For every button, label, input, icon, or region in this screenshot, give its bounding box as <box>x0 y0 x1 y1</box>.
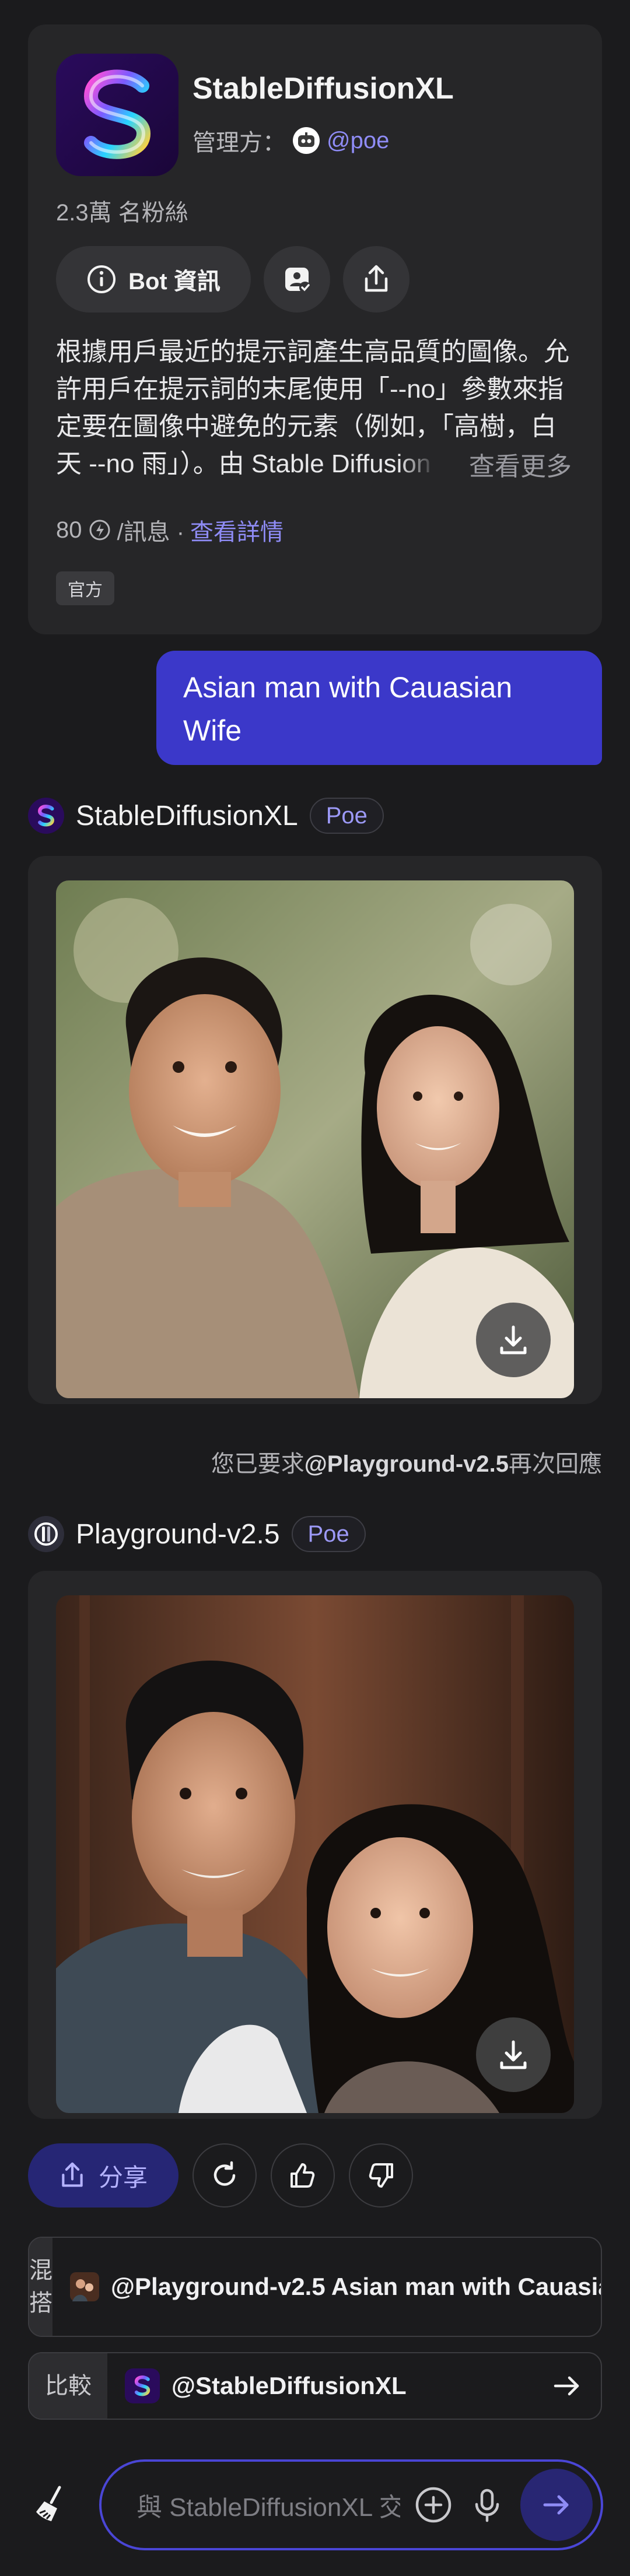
bot-logo[interactable] <box>56 54 178 176</box>
refresh-icon <box>214 2161 236 2186</box>
like-button[interactable] <box>271 2143 335 2208</box>
rerun-note-bot[interactable]: @Playground-v2.5 <box>304 1451 509 1477</box>
bot1-poe-tag: Poe <box>309 798 384 834</box>
compute-points-icon <box>89 520 110 541</box>
bot2-header: Playground-v2.5 Poe <box>28 1516 366 1552</box>
bot2-name[interactable]: Playground-v2.5 <box>76 1518 280 1550</box>
stable-diffusion-logo-icon <box>38 805 54 827</box>
bot2-response-card <box>28 1571 602 2119</box>
remix-thumbnail-icon <box>70 2272 99 2301</box>
download-button[interactable] <box>476 1303 551 1377</box>
download-button[interactable] <box>476 2017 551 2092</box>
thumbs-down-icon <box>369 2163 393 2188</box>
bot2-avatar[interactable] <box>28 1516 64 1552</box>
bot-info-button[interactable]: Bot 資訊 <box>56 246 251 313</box>
compare-label: 比較 <box>29 2353 107 2419</box>
share-label: 分享 <box>98 2163 148 2191</box>
remix-text: @Playground-v2.5 Asian man with Cauasian… <box>111 2273 601 2300</box>
generated-image-2[interactable] <box>56 1595 574 2113</box>
remix-content[interactable]: @Playground-v2.5 Asian man with Cauasian… <box>52 2238 601 2336</box>
send-arrow-icon <box>543 2495 569 2515</box>
bot-info-label: Bot 資訊 <box>128 269 220 294</box>
compare-content[interactable]: @StableDiffusionXL <box>107 2353 601 2419</box>
microphone-icon[interactable] <box>467 2484 508 2525</box>
generated-image-1[interactable] <box>56 880 574 1398</box>
download-icon <box>500 2040 527 2069</box>
share-icon <box>365 265 388 292</box>
official-badge: 官方 <box>56 571 114 605</box>
stable-diffusion-logo-icon <box>83 69 151 159</box>
share-button[interactable]: 分享 <box>28 2143 178 2208</box>
bot1-name[interactable]: StableDiffusionXL <box>76 800 298 832</box>
admin-handle-link[interactable]: @poe <box>327 128 389 154</box>
pricing-row: 80 /訊息 · 查看詳情 <box>56 513 284 547</box>
message-composer[interactable]: 與 StableDiffusionXL 交談 <box>99 2459 603 2550</box>
message-input[interactable]: 與 StableDiffusionXL 交談 <box>136 2486 400 2524</box>
share-bot-button[interactable] <box>343 246 410 313</box>
dislike-button[interactable] <box>349 2143 413 2208</box>
bot-info-card: StableDiffusionXL 管理方： @poe 2.3萬 名粉絲 Bot… <box>28 24 602 634</box>
retry-button[interactable] <box>192 2143 257 2208</box>
compare-bot-avatar <box>125 2368 160 2403</box>
add-attachment-icon[interactable] <box>413 2484 454 2525</box>
clear-context-button[interactable] <box>23 2476 82 2534</box>
price-value: 80 <box>56 517 82 543</box>
remix-label: 混搭 <box>29 2238 52 2336</box>
compare-row[interactable]: 比較 @StableDiffusionXL <box>28 2352 602 2420</box>
remix-row[interactable]: 混搭 @Playground-v2.5 Asian man with Cauas… <box>28 2237 602 2337</box>
rerun-note-suffix: 再次回應 <box>509 1451 602 1477</box>
share-icon <box>62 2162 83 2187</box>
compare-text: @StableDiffusionXL <box>172 2372 407 2399</box>
stable-diffusion-logo-icon <box>134 2375 150 2396</box>
bot1-header: StableDiffusionXL Poe <box>28 798 384 834</box>
send-button[interactable] <box>520 2469 593 2541</box>
message-actions: 分享 <box>28 2143 413 2208</box>
poe-robot-icon <box>293 127 320 154</box>
playground-logo-icon <box>34 1522 58 1546</box>
see-more-link[interactable]: 查看更多 <box>399 445 572 483</box>
rerun-note-prefix: 您已要求 <box>211 1451 304 1477</box>
price-unit: /訊息 · <box>117 520 185 545</box>
follower-count: 2.3萬 名粉絲 <box>56 200 188 226</box>
bot1-response-card <box>28 856 602 1404</box>
arrow-right-icon[interactable] <box>551 2370 583 2402</box>
user-check-icon <box>285 268 311 293</box>
info-icon <box>88 265 116 293</box>
broom-icon <box>36 2486 61 2521</box>
admin-row: 管理方： @poe <box>192 124 389 157</box>
thumbs-up-icon <box>290 2163 315 2188</box>
bot-name: StableDiffusionXL <box>192 72 454 106</box>
rerun-note: 您已要求@Playground-v2.5再次回應 <box>211 1445 602 1479</box>
bot1-avatar[interactable] <box>28 798 64 834</box>
user-message-bubble[interactable]: Asian man with Cauasian Wife <box>156 651 602 765</box>
admin-label: 管理方： <box>192 130 286 156</box>
download-icon <box>500 1325 527 1354</box>
bot2-poe-tag: Poe <box>291 1516 366 1552</box>
view-details-link[interactable]: 查看詳情 <box>190 513 284 547</box>
user-follow-button[interactable] <box>264 246 330 313</box>
